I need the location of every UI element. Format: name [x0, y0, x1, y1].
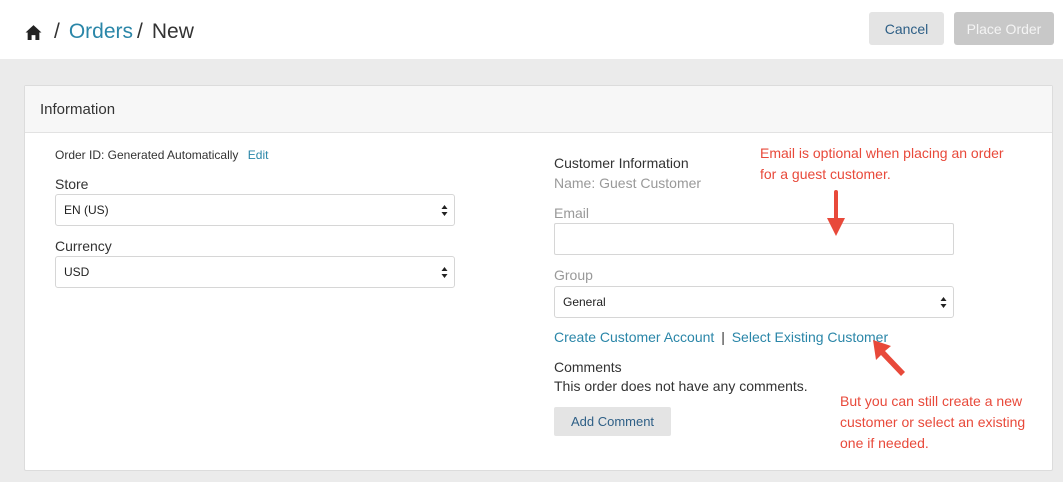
group-label: Group: [554, 267, 593, 283]
customer-info-heading: Customer Information: [554, 155, 689, 171]
currency-select[interactable]: USD: [55, 256, 455, 288]
group-select-value: General: [563, 295, 606, 309]
email-label: Email: [554, 205, 590, 221]
annotation-down-arrow-icon: [827, 190, 845, 236]
currency-select-value: USD: [64, 265, 90, 279]
annotation-up-left-arrow-icon: [873, 340, 905, 376]
create-customer-account-link[interactable]: Create Customer Account: [554, 329, 714, 345]
annotation-create-or-select: But you can still create a new customer …: [840, 391, 1025, 454]
order-id-row: Order ID: Generated Automatically Edit: [55, 148, 268, 162]
currency-label: Currency: [55, 238, 112, 254]
link-divider: |: [721, 329, 725, 345]
email-input[interactable]: [554, 223, 954, 255]
add-comment-button[interactable]: Add Comment: [554, 407, 671, 436]
annotation-line: Email is optional when placing an order: [760, 145, 1004, 161]
group-select[interactable]: General: [554, 286, 954, 318]
select-caret-icon: [940, 297, 947, 308]
comments-heading: Comments: [554, 359, 622, 375]
comments-empty-text: This order does not have any comments.: [554, 378, 808, 394]
breadcrumb-separator: /: [54, 20, 60, 43]
customer-links: Create Customer Account | Select Existin…: [554, 329, 888, 345]
store-select[interactable]: EN (US): [55, 194, 455, 226]
store-select-value: EN (US): [64, 203, 109, 217]
store-label: Store: [55, 176, 89, 192]
select-caret-icon: [441, 267, 448, 278]
customer-name: Name: Guest Customer: [554, 175, 702, 191]
top-bar: / Orders / New Cancel Place Order: [0, 0, 1063, 59]
place-order-button[interactable]: Place Order: [954, 12, 1054, 45]
breadcrumb-orders-link[interactable]: Orders: [69, 20, 133, 44]
annotation-line: one if needed.: [840, 435, 929, 451]
select-caret-icon: [441, 205, 448, 216]
home-icon[interactable]: [25, 24, 42, 41]
breadcrumb: / Orders / New: [25, 18, 194, 46]
annotation-line: for a guest customer.: [760, 166, 891, 182]
panel-title: Information: [25, 86, 1052, 133]
information-panel: Information Order ID: Generated Automati…: [24, 85, 1053, 471]
edit-order-id-link[interactable]: Edit: [248, 148, 269, 162]
select-existing-customer-link[interactable]: Select Existing Customer: [732, 329, 888, 345]
annotation-line: customer or select an existing: [840, 414, 1026, 430]
breadcrumb-separator: /: [137, 20, 143, 43]
order-id-text: Order ID: Generated Automatically: [55, 148, 239, 162]
breadcrumb-current: New: [151, 20, 194, 43]
annotation-line: But you can still create a new: [840, 393, 1023, 409]
annotation-email-optional: Email is optional when placing an order …: [760, 143, 1004, 185]
cancel-button[interactable]: Cancel: [869, 12, 944, 45]
